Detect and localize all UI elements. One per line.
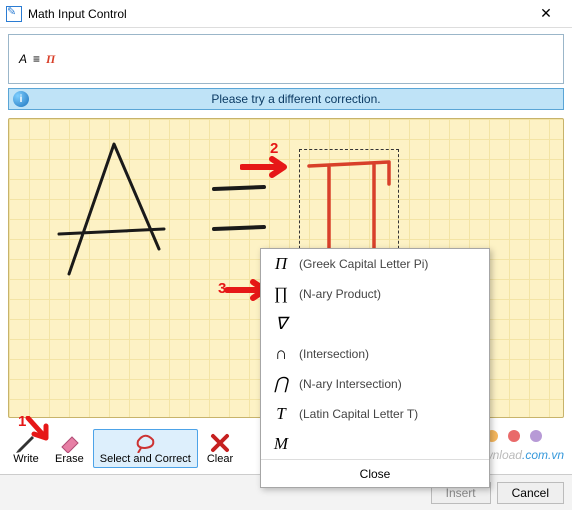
callout-3: 3 bbox=[218, 280, 226, 297]
menu-sym: ∏ bbox=[269, 284, 293, 304]
menu-item-t[interactable]: T (Latin Capital Letter T) bbox=[261, 399, 489, 429]
tool-toolbar: Write Erase Select and Correct Clear bbox=[6, 429, 240, 468]
lasso-icon bbox=[132, 432, 158, 454]
menu-label: (Intersection) bbox=[299, 347, 369, 361]
clear-icon bbox=[207, 432, 233, 454]
dot-icon bbox=[508, 430, 520, 442]
select-correct-button[interactable]: Select and Correct bbox=[93, 429, 198, 468]
pen-icon bbox=[13, 432, 39, 454]
menu-sym: M bbox=[269, 434, 293, 454]
watermark-suffix: .com.vn bbox=[522, 448, 564, 462]
eraser-icon bbox=[56, 432, 82, 454]
tool-label: Select and Correct bbox=[100, 453, 191, 465]
menu-item-pi[interactable]: Π (Greek Capital Letter Pi) bbox=[261, 249, 489, 279]
ink-stroke-a bbox=[49, 134, 189, 284]
clear-button[interactable]: Clear bbox=[200, 429, 240, 468]
menu-item-nary-intersection[interactable]: ⋂ (N-ary Intersection) bbox=[261, 369, 489, 399]
window-title: Math Input Control bbox=[28, 7, 526, 21]
menu-item-intersection[interactable]: ∩ (Intersection) bbox=[261, 339, 489, 369]
callout-1: 1 bbox=[18, 413, 26, 430]
menu-sym: Π bbox=[269, 254, 293, 274]
menu-label: (N-ary Intersection) bbox=[299, 377, 402, 391]
menu-close[interactable]: Close bbox=[261, 459, 489, 487]
ink-stroke-eq bbox=[209, 179, 279, 249]
title-bar: Math Input Control ✕ bbox=[0, 0, 572, 28]
tool-label: Clear bbox=[207, 453, 233, 465]
math-preview: A ≡ Π bbox=[8, 34, 564, 84]
callout-2: 2 bbox=[270, 140, 278, 157]
write-button[interactable]: Write bbox=[6, 429, 46, 468]
menu-close-label: Close bbox=[360, 467, 391, 481]
menu-item-nary-product[interactable]: ∏ (N-ary Product) bbox=[261, 279, 489, 309]
message-bar: i Please try a different correction. bbox=[8, 88, 564, 110]
menu-label: (Latin Capital Letter T) bbox=[299, 407, 418, 421]
menu-sym: T bbox=[269, 404, 293, 424]
menu-item-nabla[interactable]: ∇ bbox=[261, 309, 489, 339]
message-text: Please try a different correction. bbox=[29, 92, 563, 106]
selection-box[interactable] bbox=[299, 149, 399, 259]
preview-a: A bbox=[19, 52, 27, 66]
menu-label: (Greek Capital Letter Pi) bbox=[299, 257, 428, 271]
tool-label: Write bbox=[13, 453, 38, 465]
preview-pi: Π bbox=[46, 52, 55, 67]
close-icon[interactable]: ✕ bbox=[526, 5, 566, 22]
menu-sym: ∇ bbox=[269, 314, 293, 334]
tool-label: Erase bbox=[55, 453, 84, 465]
preview-equiv: ≡ bbox=[33, 52, 40, 66]
menu-sym: ⋂ bbox=[269, 374, 293, 394]
arrow-icon bbox=[240, 155, 295, 179]
correction-menu: Π (Greek Capital Letter Pi) ∏ (N-ary Pro… bbox=[260, 248, 490, 488]
cancel-button[interactable]: Cancel bbox=[497, 482, 564, 504]
menu-item-m[interactable]: M bbox=[261, 429, 489, 459]
erase-button[interactable]: Erase bbox=[48, 429, 91, 468]
info-icon: i bbox=[13, 91, 29, 107]
app-icon bbox=[6, 6, 22, 22]
dot-icon bbox=[530, 430, 542, 442]
menu-label: (N-ary Product) bbox=[299, 287, 381, 301]
menu-sym: ∩ bbox=[269, 344, 293, 364]
